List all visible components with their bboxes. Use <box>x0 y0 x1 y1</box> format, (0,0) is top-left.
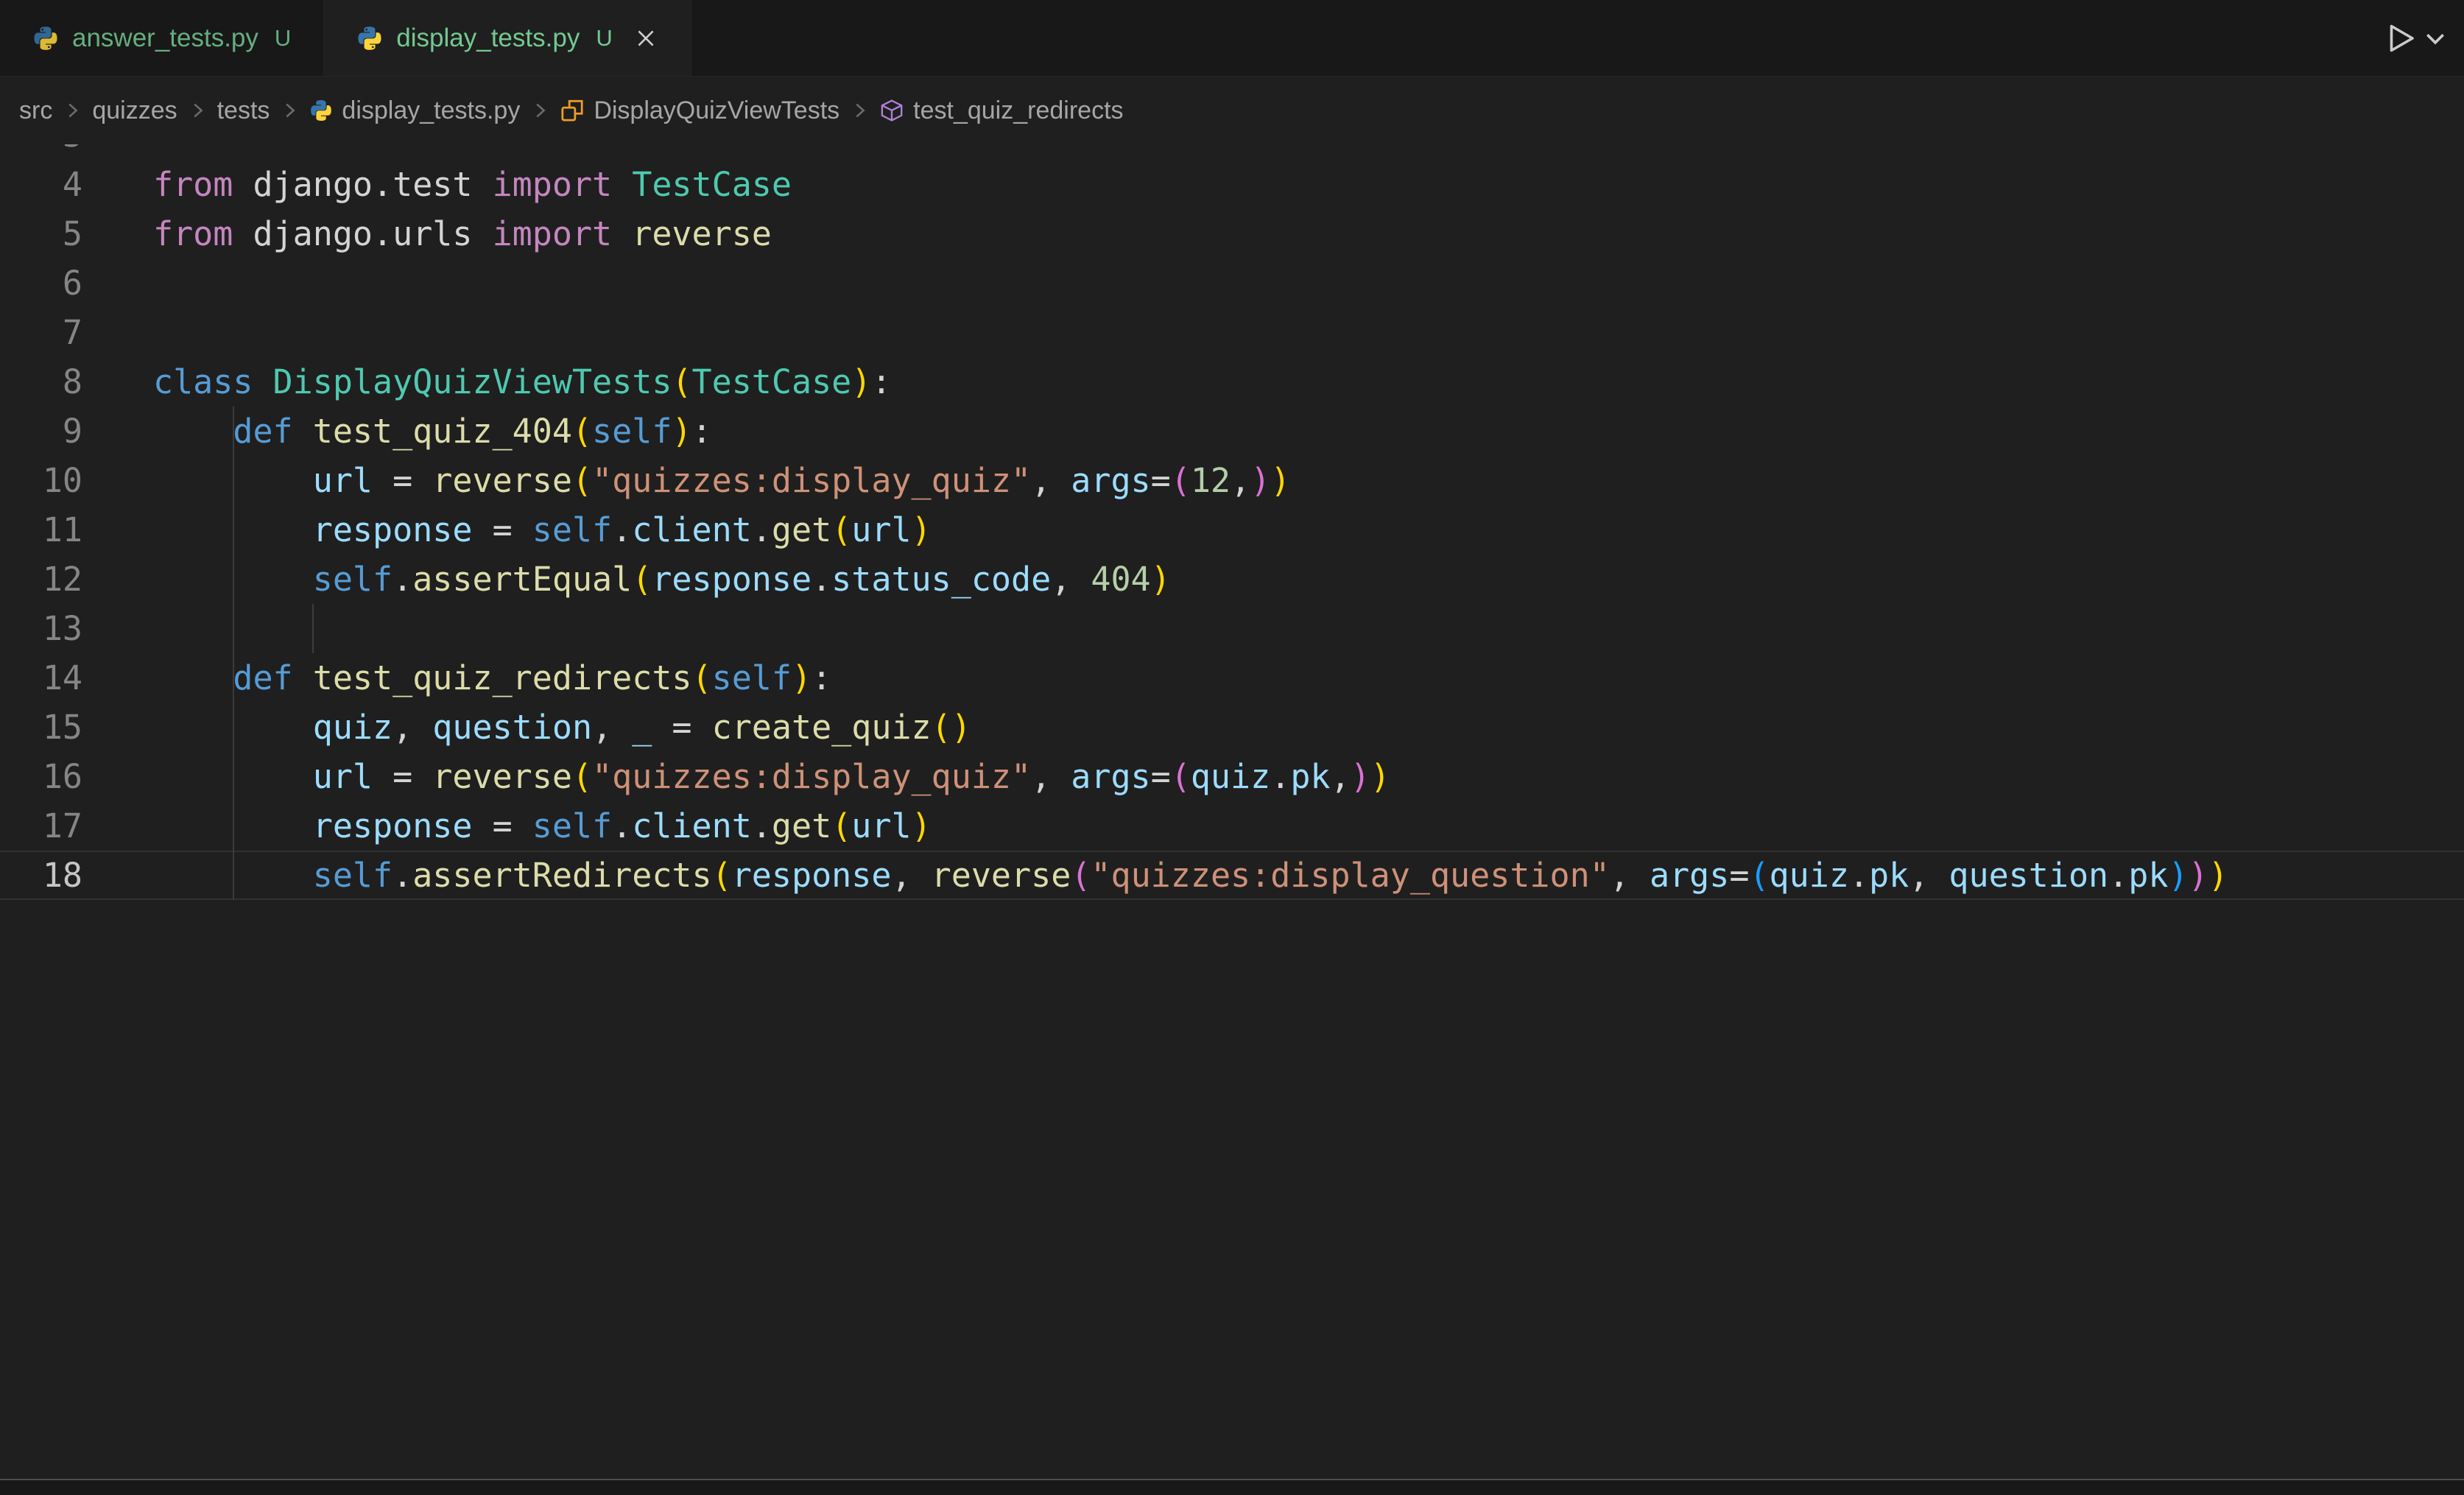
code-text[interactable]: self.assertRedirects(response, reverse("… <box>82 851 2228 900</box>
chevron-right-icon <box>61 99 83 122</box>
line-number: 12 <box>0 555 82 604</box>
breadcrumb-item-method[interactable]: test_quiz_redirects <box>879 96 1123 125</box>
indent-guide <box>312 604 314 653</box>
breadcrumb-item-quizzes[interactable]: quizzes <box>92 96 177 125</box>
line-number: 17 <box>0 801 82 851</box>
code-lines: 34from django.test import TestCase5from … <box>0 144 2464 900</box>
git-untracked-badge: U <box>596 25 612 52</box>
python-icon <box>309 99 333 122</box>
breadcrumb-item-src[interactable]: src <box>19 96 52 125</box>
git-untracked-badge: U <box>275 25 291 52</box>
line-number: 5 <box>0 209 82 258</box>
tab-bar: answer_tests.py U display_tests.py U <box>0 0 2464 77</box>
code-line[interactable]: 10 url = reverse("quizzes:display_quiz",… <box>0 456 2464 505</box>
line-number: 4 <box>0 160 82 209</box>
code-line[interactable]: 9 def test_quiz_404(self): <box>0 407 2464 456</box>
code-line[interactable]: 5from django.urls import reverse <box>0 209 2464 258</box>
python-icon <box>356 25 383 52</box>
code-text[interactable]: class DisplayQuizViewTests(TestCase): <box>82 357 891 407</box>
code-text[interactable]: response = self.client.get(url) <box>82 505 932 555</box>
code-text[interactable]: url = reverse("quizzes:display_quiz", ar… <box>82 456 1290 505</box>
code-text[interactable] <box>82 258 153 308</box>
code-line[interactable]: 11 response = self.client.get(url) <box>0 505 2464 555</box>
code-text[interactable]: response = self.client.get(url) <box>82 801 932 851</box>
code-line[interactable]: 6 <box>0 258 2464 308</box>
run-button[interactable] <box>2382 21 2417 56</box>
run-dropdown-button[interactable] <box>2421 24 2449 52</box>
code-line[interactable]: 16 url = reverse("quizzes:display_quiz",… <box>0 752 2464 801</box>
code-text[interactable]: self.assertEqual(response.status_code, 4… <box>82 555 1171 604</box>
code-line[interactable]: 17 response = self.client.get(url) <box>0 801 2464 851</box>
line-number: 8 <box>0 357 82 407</box>
indent-guide <box>233 407 234 900</box>
editor-actions <box>2382 0 2464 76</box>
line-number: 10 <box>0 456 82 505</box>
tab-label: answer_tests.py <box>72 24 258 53</box>
method-icon <box>879 98 904 123</box>
code-line[interactable]: 18 self.assertRedirects(response, revers… <box>0 851 2464 900</box>
tab-label: display_tests.py <box>396 24 580 53</box>
line-number: 15 <box>0 703 82 752</box>
code-text[interactable] <box>82 308 153 357</box>
line-number: 13 <box>0 604 82 653</box>
line-number: 9 <box>0 407 82 456</box>
breadcrumb: src quizzes tests display_tests.py <box>0 77 2464 144</box>
chevron-right-icon <box>848 99 870 122</box>
tab-answer-tests[interactable]: answer_tests.py U <box>0 0 324 76</box>
breadcrumb-item-class[interactable]: DisplayQuizViewTests <box>560 96 839 125</box>
code-line[interactable]: 15 quiz, question, _ = create_quiz() <box>0 703 2464 752</box>
code-text[interactable] <box>82 144 153 160</box>
code-text[interactable]: def test_quiz_404(self): <box>82 407 712 456</box>
line-number: 3 <box>0 144 82 160</box>
code-editor[interactable]: 34from django.test import TestCase5from … <box>0 144 2464 1495</box>
code-text[interactable]: url = reverse("quizzes:display_quiz", ar… <box>82 752 1390 801</box>
line-number: 16 <box>0 752 82 801</box>
code-text[interactable]: def test_quiz_redirects(self): <box>82 653 831 703</box>
code-line[interactable]: 3 <box>0 144 2464 160</box>
code-line[interactable]: 4from django.test import TestCase <box>0 160 2464 209</box>
code-line[interactable]: 13 <box>0 604 2464 653</box>
breadcrumb-item-file[interactable]: display_tests.py <box>309 96 520 125</box>
breadcrumb-item-tests[interactable]: tests <box>217 96 270 125</box>
code-line[interactable]: 8class DisplayQuizViewTests(TestCase): <box>0 357 2464 407</box>
chevron-right-icon <box>278 99 300 122</box>
class-icon <box>560 98 585 123</box>
chevron-right-icon <box>186 99 208 122</box>
code-line[interactable]: 14 def test_quiz_redirects(self): <box>0 653 2464 703</box>
code-text[interactable]: from django.urls import reverse <box>82 209 772 258</box>
chevron-right-icon <box>529 99 551 122</box>
tab-display-tests[interactable]: display_tests.py U <box>324 0 691 76</box>
line-number: 11 <box>0 505 82 555</box>
line-number: 18 <box>0 851 82 900</box>
code-text[interactable] <box>82 604 153 653</box>
python-icon <box>32 25 59 52</box>
code-line[interactable]: 7 <box>0 308 2464 357</box>
bottom-edge <box>0 1480 2464 1495</box>
close-icon[interactable] <box>633 26 658 51</box>
line-number: 7 <box>0 308 82 357</box>
line-number: 14 <box>0 653 82 703</box>
code-text[interactable]: from django.test import TestCase <box>82 160 792 209</box>
line-number: 6 <box>0 258 82 308</box>
code-line[interactable]: 12 self.assertEqual(response.status_code… <box>0 555 2464 604</box>
code-text[interactable]: quiz, question, _ = create_quiz() <box>82 703 971 752</box>
